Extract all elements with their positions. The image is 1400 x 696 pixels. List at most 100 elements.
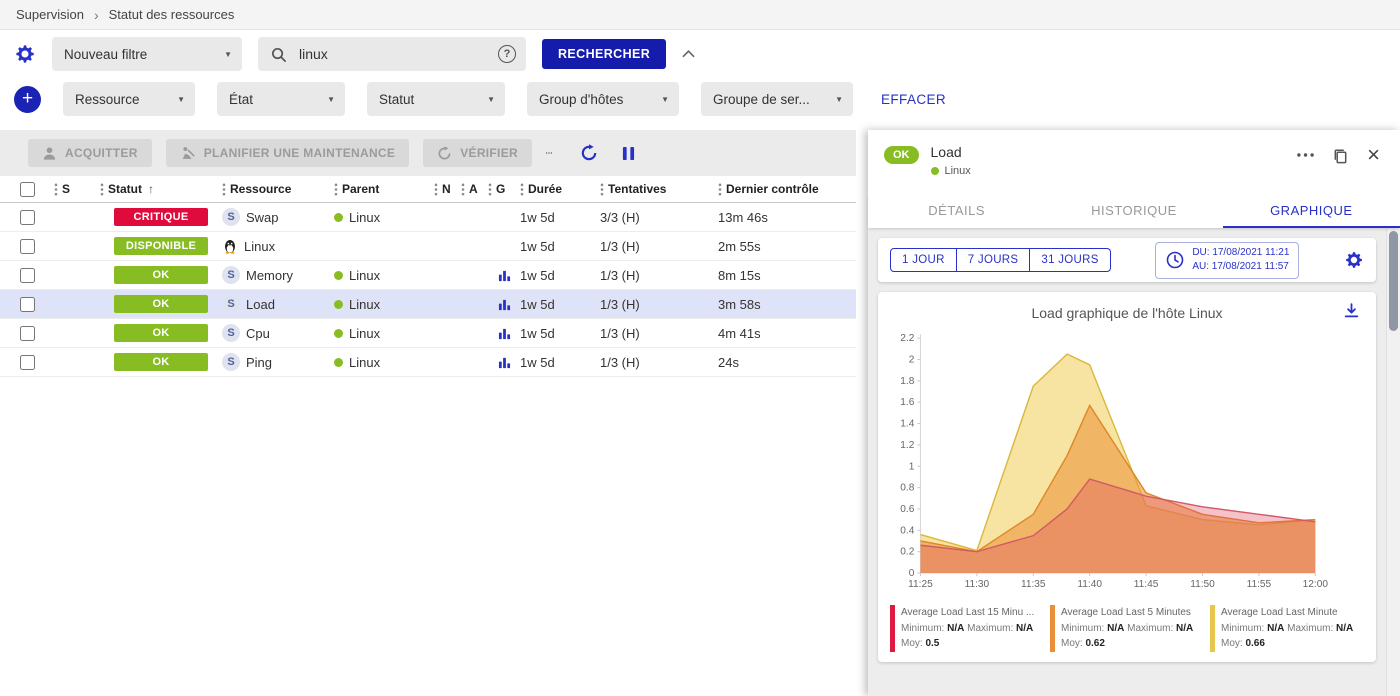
column-label: Tentatives [608,182,666,196]
copy-link-button[interactable] [1332,147,1349,164]
column-label: Dernier contrôle [726,182,819,196]
column-drag-kebab-icon[interactable] [718,183,722,196]
download-icon [1343,302,1360,319]
column-drag-kebab-icon[interactable] [461,183,465,196]
column-header-a[interactable]: A [461,182,488,196]
column-header-g[interactable]: G [488,182,520,196]
chevron-down-icon: ▼ [661,95,669,104]
column-header-s[interactable]: S [54,182,100,196]
graph-settings-button[interactable] [1344,250,1364,270]
close-icon[interactable]: × [1367,144,1380,166]
collapse-filters-chevron-up-icon[interactable] [682,50,695,58]
column-drag-kebab-icon[interactable] [434,183,438,196]
column-drag-kebab-icon[interactable] [600,183,604,196]
panel-parent-name[interactable]: Linux [945,165,971,177]
column-header-n[interactable]: N [434,182,461,196]
panel-actions: × [1297,144,1384,166]
resource-cell[interactable]: Linux [222,238,334,254]
criteria-dropdown-tat[interactable]: État▼ [217,82,345,116]
table-row-memory[interactable]: OKSMemoryLinux1w 5d1/3 (H)8m 15s [0,261,856,290]
parent-cell[interactable]: Linux [334,210,434,225]
column-header-dernier-contr-le[interactable]: Dernier contrôle [718,182,856,196]
panel-content: 1 JOUR7 JOURS31 JOURS DU: 17/08/2021 11:… [868,228,1386,696]
pause-autorefresh-button[interactable] [622,146,635,161]
column-header-tentatives[interactable]: Tentatives [600,182,718,196]
resource-cell[interactable]: SLoad [222,295,334,313]
column-drag-kebab-icon[interactable] [488,183,492,196]
parent-cell[interactable]: Linux [334,268,434,283]
check-button[interactable]: VÉRIFIER [423,139,532,167]
scrollbar-thumb[interactable] [1389,231,1398,331]
load-area-chart[interactable]: 00.20.40.60.811.21.41.61.822.211:2511:30… [884,328,1370,603]
criteria-dropdown-groupe-de-ser[interactable]: Groupe de ser...▼ [701,82,853,116]
help-icon[interactable]: ? [498,45,516,63]
criteria-dropdown-group-d-h-tes[interactable]: Group d'hôtes▼ [527,82,679,116]
parent-cell[interactable]: Linux [334,326,434,341]
column-header-parent[interactable]: Parent [334,182,434,196]
resource-cell[interactable]: SPing [222,353,334,371]
svg-text:2: 2 [909,355,915,366]
column-drag-kebab-icon[interactable] [222,183,226,196]
time-range-button-31-jours[interactable]: 31 JOURS [1029,248,1110,272]
row-checkbox[interactable] [20,239,35,254]
clear-filters-button[interactable]: EFFACER [875,91,952,108]
panel-more-button[interactable] [1297,153,1314,157]
chart-legend-item-average-load-last-minute[interactable]: Average Load Last MinuteMinimum: N/A Max… [1210,605,1364,652]
row-checkbox[interactable] [20,355,35,370]
row-checkbox[interactable] [20,210,35,225]
last-check-cell: 13m 46s [718,210,856,225]
column-drag-kebab-icon[interactable] [54,183,58,196]
column-header-statut[interactable]: Statut↑ [100,182,222,196]
panel-scrollbar[interactable] [1386,228,1400,696]
table-row-ping[interactable]: OKSPingLinux1w 5d1/3 (H)24s [0,348,856,377]
column-drag-kebab-icon[interactable] [334,183,338,196]
legend-avg: Moy: 0.5 [901,636,1034,652]
filter-settings-gear-icon[interactable] [14,43,36,65]
export-graph-button[interactable] [1343,302,1360,319]
criteria-dropdown-statut[interactable]: Statut▼ [367,82,505,116]
parent-cell[interactable]: Linux [334,355,434,370]
more-actions-button[interactable] [546,151,552,155]
search-input[interactable] [297,45,488,63]
service-icon: S [222,208,240,226]
row-checkbox[interactable] [20,297,35,312]
acknowledge-button[interactable]: ACQUITTER [28,139,152,167]
column-drag-kebab-icon[interactable] [100,183,104,196]
row-checkbox[interactable] [20,268,35,283]
table-row-load[interactable]: OKSLoadLinux1w 5d1/3 (H)3m 58s [0,290,856,319]
row-checkbox[interactable] [20,326,35,341]
breadcrumb-item-resource-status[interactable]: Statut des ressources [109,7,235,22]
svg-text:0.4: 0.4 [900,525,914,536]
add-criteria-button[interactable]: + [14,86,41,113]
panel-tab-historique[interactable]: HISTORIQUE [1045,194,1222,228]
parent-cell[interactable]: Linux [334,297,434,312]
refresh-button[interactable] [580,144,598,162]
resource-cell[interactable]: SMemory [222,266,334,284]
sort-asc-arrow-icon[interactable]: ↑ [148,182,154,196]
time-range-button-1-jour[interactable]: 1 JOUR [890,248,957,272]
search-box[interactable]: ? [258,37,526,71]
table-row-cpu[interactable]: OKSCpuLinux1w 5d1/3 (H)4m 41s [0,319,856,348]
select-all-checkbox[interactable] [20,182,35,197]
svg-text:11:40: 11:40 [1077,579,1102,590]
panel-tab-d-tails[interactable]: DÉTAILS [868,194,1045,228]
column-header-dur-e[interactable]: Durée [520,182,600,196]
chart-legend-item-average-load-last-5-minutes[interactable]: Average Load Last 5 MinutesMinimum: N/A … [1050,605,1204,652]
legend-color-bar [890,605,895,652]
chevron-down-icon: ▼ [835,95,843,104]
resource-cell[interactable]: SCpu [222,324,334,342]
chart-legend-item-average-load-last-15-minu[interactable]: Average Load Last 15 Minu ...Minimum: N/… [890,605,1044,652]
resource-cell[interactable]: SSwap [222,208,334,226]
saved-filter-dropdown[interactable]: Nouveau filtre ▼ [52,37,242,71]
column-drag-kebab-icon[interactable] [520,183,524,196]
criteria-dropdown-ressource[interactable]: Ressource▼ [63,82,195,116]
search-button[interactable]: RECHERCHER [542,39,666,69]
custom-time-range[interactable]: DU: 17/08/2021 11:21 AU: 17/08/2021 11:5… [1155,242,1299,279]
panel-tab-graphique[interactable]: GRAPHIQUE [1223,194,1400,228]
time-range-button-7-jours[interactable]: 7 JOURS [956,248,1031,272]
breadcrumb-item-supervision[interactable]: Supervision [16,7,84,22]
column-header-ressource[interactable]: Ressource [222,182,334,196]
table-row-linux[interactable]: DISPONIBLELinux1w 5d1/3 (H)2m 55s [0,232,856,261]
set-downtime-button[interactable]: PLANIFIER UNE MAINTENANCE [166,139,410,167]
table-row-swap[interactable]: CRITIQUESSwapLinux1w 5d3/3 (H)13m 46s [0,203,856,232]
